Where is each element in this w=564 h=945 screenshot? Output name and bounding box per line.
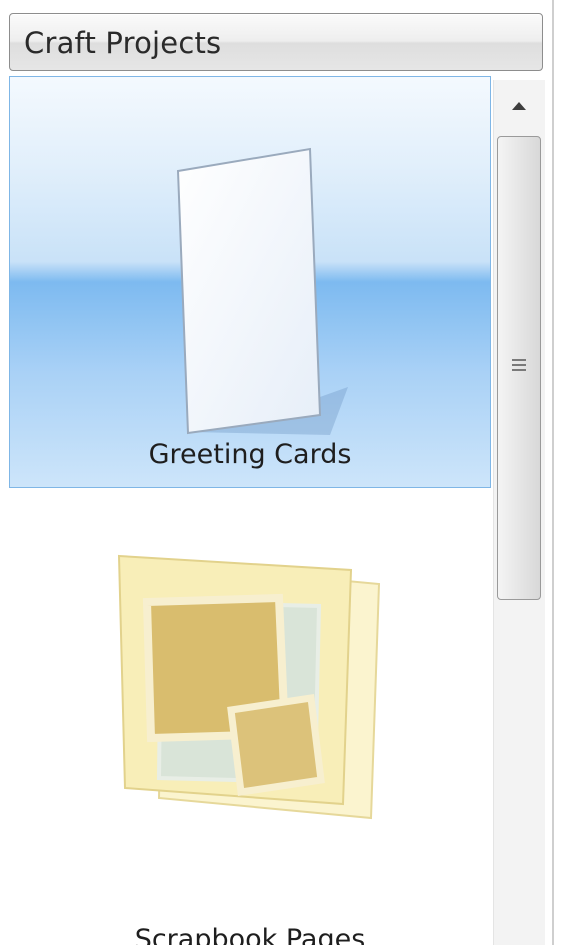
scroll-grip-icon <box>512 359 526 373</box>
craft-projects-panel: Craft Projects Greeting Cards Scrapbook … <box>0 0 564 945</box>
project-list: Greeting Cards Scrapbook Pages <box>9 76 491 945</box>
greeting-card-icon <box>176 147 348 435</box>
list-item-scrapbook-pages[interactable]: Scrapbook Pages <box>9 506 491 945</box>
panel-title: Craft Projects <box>24 26 222 60</box>
list-item-label: Greeting Cards <box>148 439 352 470</box>
list-item-greeting-cards[interactable]: Greeting Cards <box>9 76 491 488</box>
vertical-scrollbar[interactable] <box>493 80 545 945</box>
scroll-up-button[interactable] <box>494 80 546 130</box>
list-item-label: Scrapbook Pages <box>134 924 366 945</box>
panel-right-border <box>552 0 554 945</box>
scroll-up-arrow-icon <box>512 102 526 110</box>
scrapbook-pages-icon <box>117 554 381 820</box>
panel-header[interactable]: Craft Projects <box>9 13 543 71</box>
scroll-thumb[interactable] <box>497 136 541 600</box>
